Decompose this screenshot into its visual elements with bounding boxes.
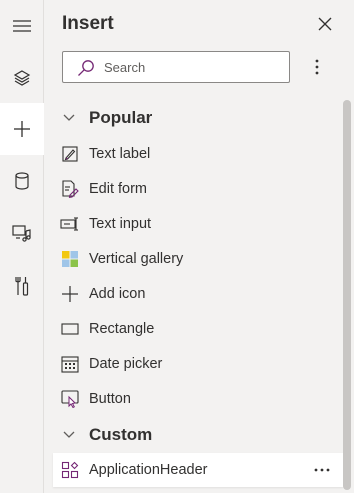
more-options-icon[interactable] (307, 55, 327, 79)
search-icon (77, 59, 95, 82)
search-input[interactable]: Search (62, 51, 290, 83)
insert-item-add-icon[interactable]: Add icon (53, 278, 343, 310)
left-rail (0, 0, 44, 493)
insert-panel: Insert Search Popular Text label Edit fo… (45, 0, 354, 493)
insert-item-button[interactable]: Button (53, 383, 343, 415)
item-label: Rectangle (89, 321, 155, 337)
close-icon[interactable] (315, 14, 335, 34)
item-label: Text label (89, 146, 151, 162)
item-label: Date picker (89, 356, 163, 372)
scrollbar[interactable] (343, 100, 351, 490)
chevron-down-icon (57, 431, 81, 439)
item-label: Add icon (89, 286, 146, 302)
rectangle-icon (59, 318, 81, 340)
item-label: ApplicationHeader (89, 462, 208, 478)
insert-item-edit-form[interactable]: Edit form (53, 173, 343, 205)
group-custom-header[interactable]: Custom (53, 421, 343, 449)
group-label: Custom (89, 425, 153, 444)
item-label: Text input (89, 216, 152, 232)
insert-item-application-header[interactable]: ApplicationHeader (53, 453, 343, 487)
text-label-icon (59, 143, 81, 165)
hamburger-icon[interactable] (0, 0, 44, 52)
date-picker-icon (59, 353, 81, 375)
tools-icon[interactable] (0, 260, 44, 312)
insert-item-text-label[interactable]: Text label (53, 138, 343, 170)
chevron-down-icon (57, 114, 81, 122)
panel-title: Insert (62, 13, 114, 34)
vertical-gallery-icon (59, 248, 81, 270)
search-placeholder: Search (104, 60, 146, 75)
insert-item-text-input[interactable]: Text input (53, 208, 343, 240)
insert-item-rectangle[interactable]: Rectangle (53, 313, 343, 345)
more-horizontal-icon[interactable] (309, 459, 335, 481)
add-icon (59, 283, 81, 305)
button-icon (59, 388, 81, 410)
edit-form-icon (59, 178, 81, 200)
media-icon[interactable] (0, 207, 44, 259)
text-input-icon (59, 213, 81, 235)
item-label: Vertical gallery (89, 251, 184, 267)
insert-item-vertical-gallery[interactable]: Vertical gallery (53, 243, 343, 275)
item-label: Edit form (89, 181, 148, 197)
insert-item-date-picker[interactable]: Date picker (53, 348, 343, 380)
layers-icon[interactable] (0, 52, 44, 104)
data-icon[interactable] (0, 155, 44, 207)
group-popular-header[interactable]: Popular (53, 104, 343, 132)
component-icon (59, 459, 81, 481)
group-label: Popular (89, 108, 153, 127)
plus-icon[interactable] (0, 103, 44, 155)
item-label: Button (89, 391, 131, 407)
